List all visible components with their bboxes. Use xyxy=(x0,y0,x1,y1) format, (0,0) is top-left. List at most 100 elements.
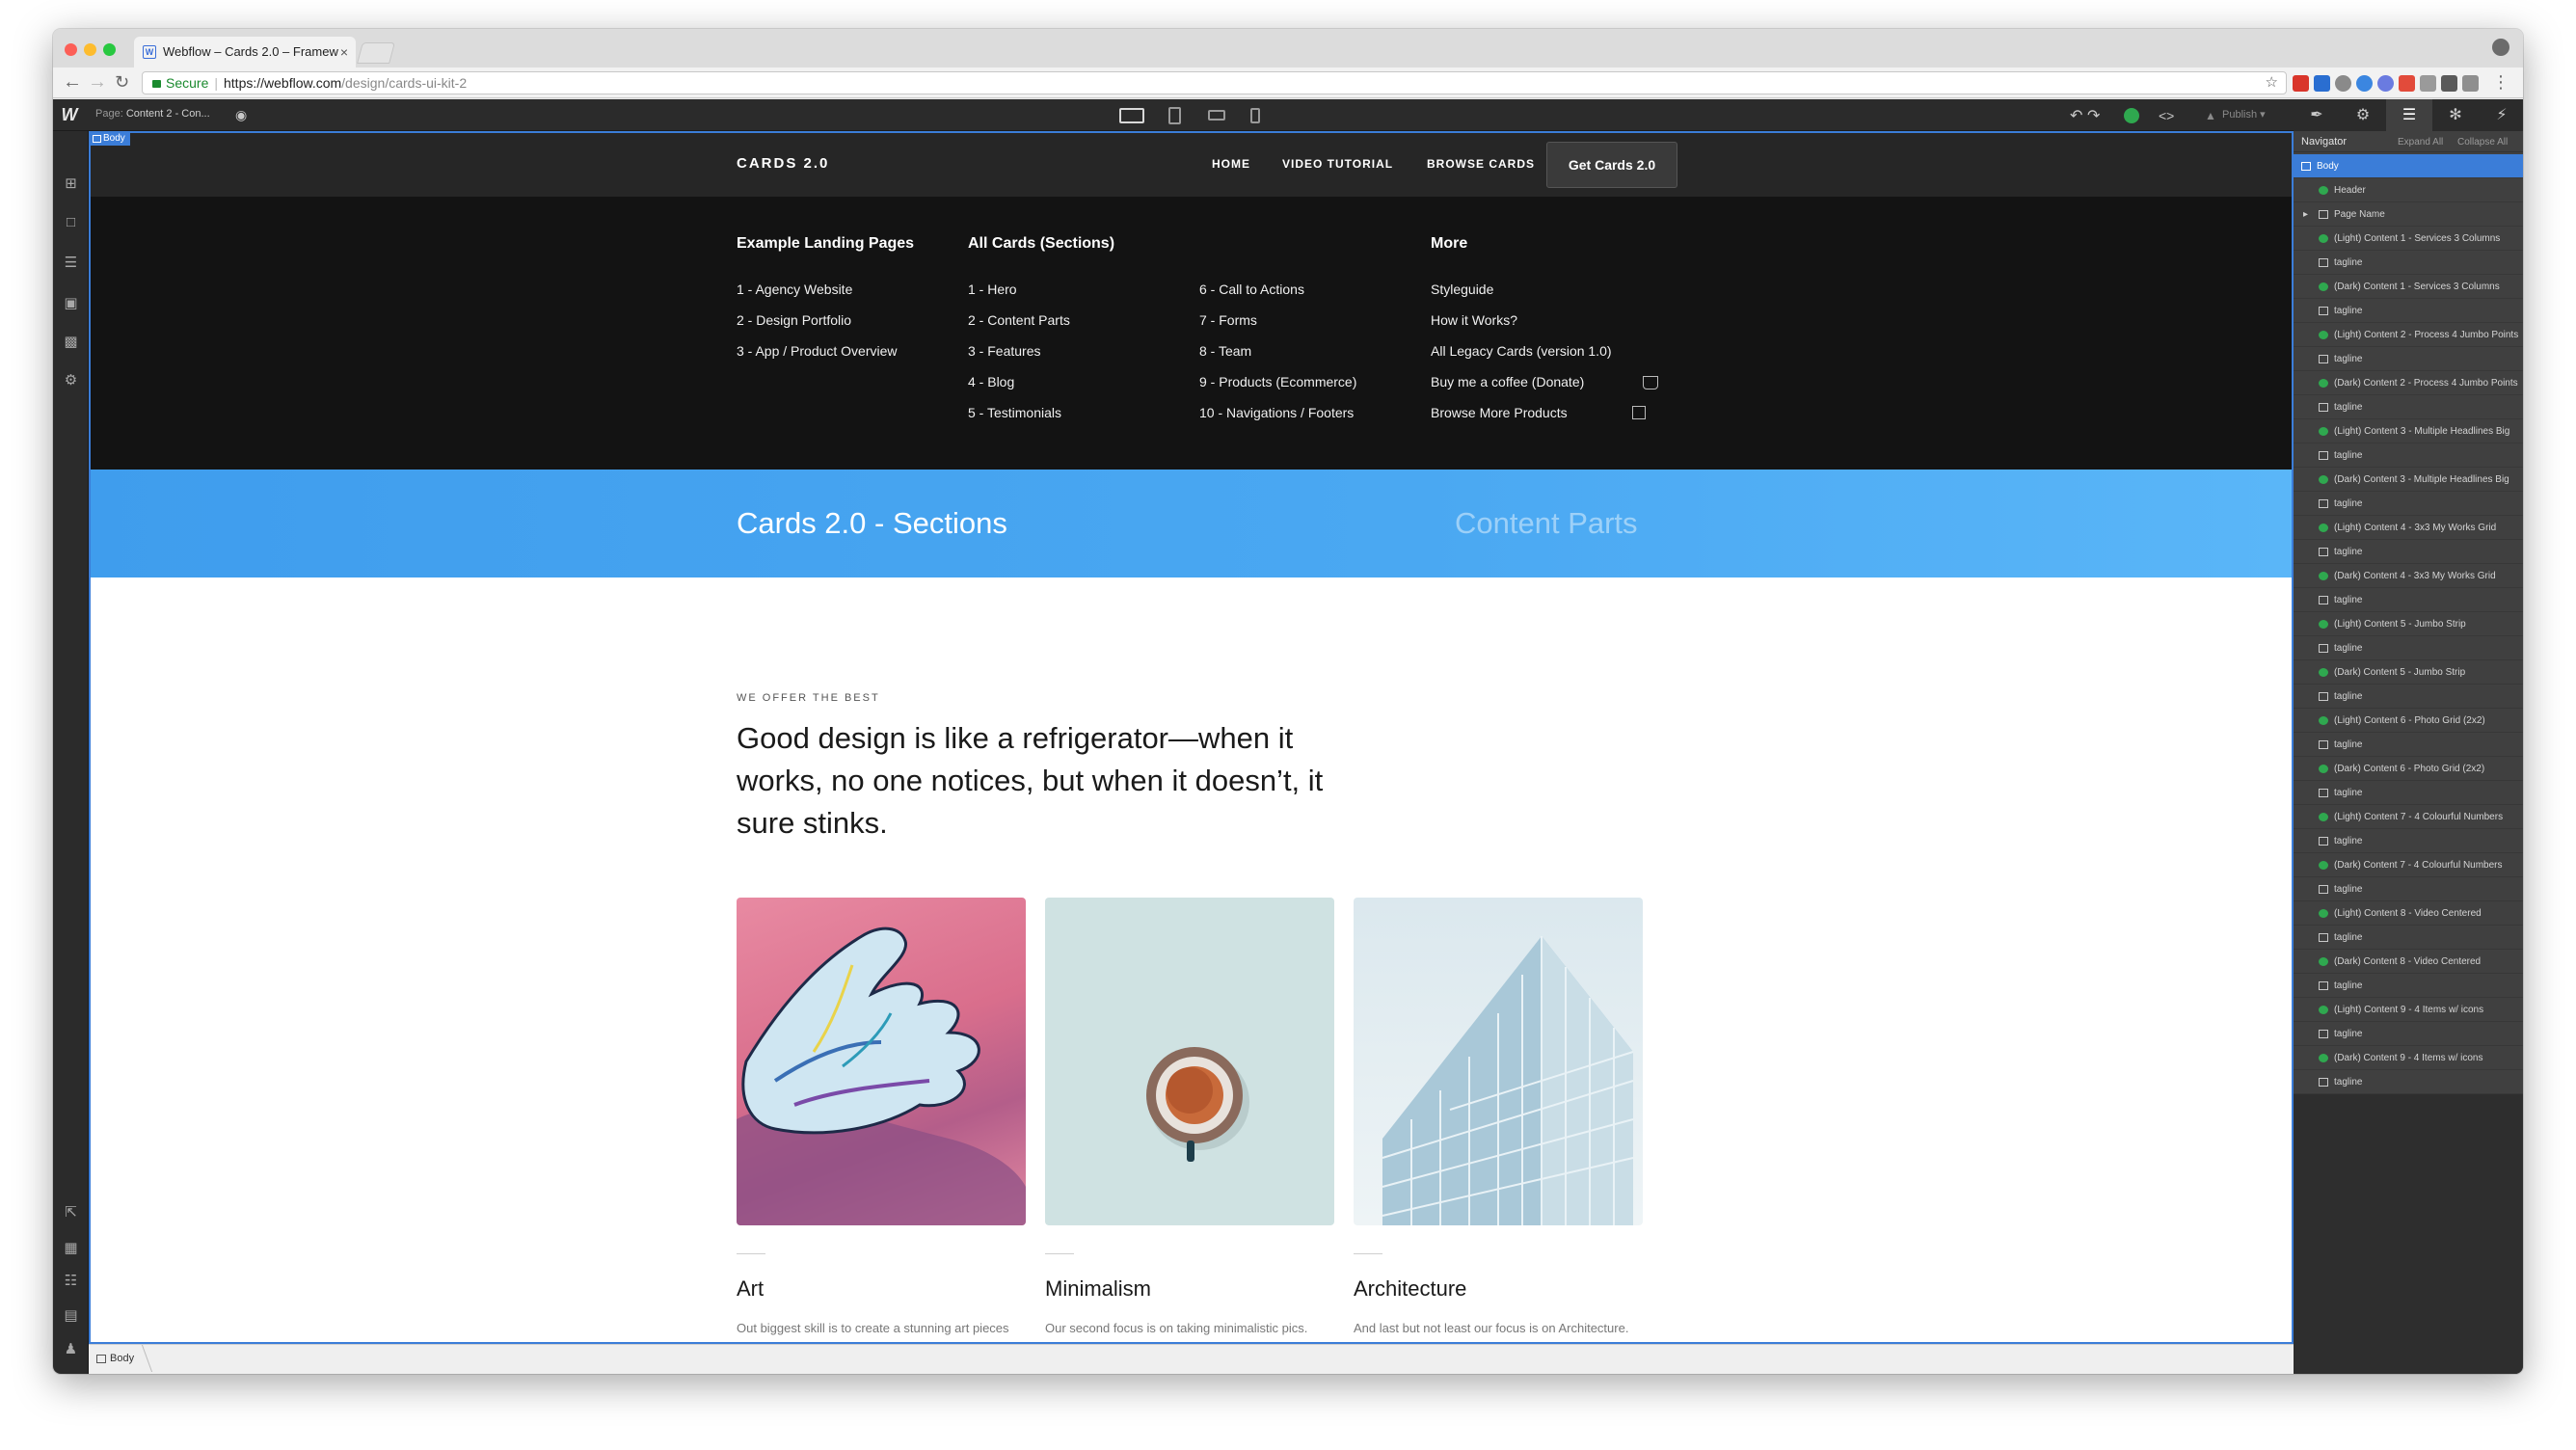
navigator-item[interactable]: tagline xyxy=(2294,492,2523,516)
navigator-item[interactable]: tagline xyxy=(2294,974,2523,998)
browser-tab[interactable]: W Webflow – Cards 2.0 – Framew × xyxy=(134,37,356,67)
assets-icon[interactable]: ▩ xyxy=(63,334,79,350)
team-icon[interactable]: ♟ xyxy=(63,1341,79,1357)
ecommerce-cart-icon[interactable]: ▣ xyxy=(63,295,79,311)
menu-icon[interactable]: ⋮ xyxy=(2492,70,2509,94)
settings-gear-icon[interactable]: ⚙ xyxy=(63,372,79,389)
mobile-portrait-view-icon[interactable] xyxy=(1250,108,1260,123)
navigator-item[interactable]: ▸ Page Name xyxy=(2294,202,2523,227)
publish-button[interactable]: Publish ▾ xyxy=(2222,108,2266,121)
cms-icon[interactable]: ☰ xyxy=(63,255,79,271)
mobile-landscape-view-icon[interactable] xyxy=(1208,110,1225,121)
extension-icon[interactable] xyxy=(2377,75,2394,92)
navigator-item[interactable]: tagline xyxy=(2294,299,2523,323)
mega-link[interactable]: How it Works? xyxy=(1431,312,1517,328)
mega-link[interactable]: 2 - Design Portfolio xyxy=(737,312,851,328)
design-canvas[interactable]: Body CARDS 2.0 HOME VIDEO TUTORIAL BROWS… xyxy=(89,131,2294,1374)
navigator-item[interactable]: tagline xyxy=(2294,395,2523,419)
pocket-icon[interactable] xyxy=(2441,75,2457,92)
navigator-icon[interactable]: ☰ xyxy=(2386,99,2432,131)
settings-gear-icon[interactable]: ⚙ xyxy=(2340,99,2386,131)
mega-link[interactable]: 2 - Content Parts xyxy=(968,312,1070,328)
navigator-item[interactable]: tagline xyxy=(2294,636,2523,660)
close-window-button[interactable] xyxy=(65,43,77,56)
address-bar[interactable]: Secure | https://webflow.com/design/cards-… xyxy=(142,71,2287,94)
expand-caret-icon[interactable]: ▸ xyxy=(2303,202,2308,226)
add-elements-icon[interactable]: ⊞ xyxy=(63,175,79,192)
preview-eye-icon[interactable]: ◉ xyxy=(235,107,247,123)
desktop-view-icon[interactable] xyxy=(1119,108,1144,123)
mega-link[interactable]: 9 - Products (Ecommerce) xyxy=(1199,374,1356,389)
forward-arrow-icon[interactable]: → xyxy=(88,70,107,94)
navigator-item[interactable]: Body xyxy=(2294,154,2523,178)
navigator-item[interactable]: (Light) Content 8 - Video Centered xyxy=(2294,901,2523,926)
mega-link[interactable]: 5 - Testimonials xyxy=(968,405,1061,420)
site-brand[interactable]: CARDS 2.0 xyxy=(737,155,829,172)
mega-link[interactable]: Styleguide xyxy=(1431,282,1493,297)
extension-icon[interactable] xyxy=(2356,75,2373,92)
facebook-icon[interactable] xyxy=(2462,75,2479,92)
nav-home-link[interactable]: HOME xyxy=(1212,157,1250,171)
navigator-item[interactable]: (Light) Content 4 - 3x3 My Works Grid xyxy=(2294,516,2523,540)
navigator-item[interactable]: (Light) Content 7 - 4 Colourful Numbers xyxy=(2294,805,2523,829)
tablet-view-icon[interactable] xyxy=(1168,107,1181,124)
navigator-item[interactable]: tagline xyxy=(2294,829,2523,853)
navigator-item[interactable]: (Dark) Content 7 - 4 Colourful Numbers xyxy=(2294,853,2523,877)
navigator-item[interactable]: (Light) Content 5 - Jumbo Strip xyxy=(2294,612,2523,636)
profile-icon[interactable] xyxy=(2492,39,2509,56)
lightning-icon[interactable]: ⚡ xyxy=(2479,99,2523,131)
navigator-item[interactable]: tagline xyxy=(2294,588,2523,612)
navigator-item[interactable]: tagline xyxy=(2294,443,2523,468)
redo-icon[interactable]: ↷ xyxy=(2087,106,2100,125)
mega-link[interactable]: 10 - Navigations / Footers xyxy=(1199,405,1354,420)
minimize-window-button[interactable] xyxy=(84,43,96,56)
navigator-item[interactable]: tagline xyxy=(2294,926,2523,950)
nav-browse-cards-link[interactable]: BROWSE CARDS xyxy=(1427,157,1535,171)
mega-link[interactable]: Buy me a coffee (Donate) xyxy=(1431,374,1584,389)
new-tab-button[interactable] xyxy=(357,42,395,64)
webflow-logo-icon[interactable]: W xyxy=(59,104,80,125)
navigator-item[interactable]: tagline xyxy=(2294,733,2523,757)
extension-icon[interactable] xyxy=(2314,75,2330,92)
extension-icon[interactable] xyxy=(2335,75,2351,92)
navigator-item[interactable]: tagline xyxy=(2294,251,2523,275)
navigator-item[interactable]: (Dark) Content 9 - 4 Items w/ icons xyxy=(2294,1046,2523,1070)
pages-icon[interactable]: □ xyxy=(63,214,79,230)
navigator-item[interactable]: tagline xyxy=(2294,347,2523,371)
mega-link[interactable]: 3 - App / Product Overview xyxy=(737,343,898,359)
navigator-item[interactable]: (Light) Content 3 - Multiple Headlines B… xyxy=(2294,419,2523,443)
extension-icon[interactable] xyxy=(2399,75,2415,92)
navigator-item[interactable]: (Light) Content 9 - 4 Items w/ icons xyxy=(2294,998,2523,1022)
collapse-all-button[interactable]: Collapse All xyxy=(2457,137,2508,148)
navigator-item[interactable]: (Light) Content 1 - Services 3 Columns xyxy=(2294,227,2523,251)
reload-icon[interactable]: ↻ xyxy=(115,70,129,94)
style-brush-icon[interactable]: ✒ xyxy=(2294,99,2340,131)
navigator-item[interactable]: (Light) Content 6 - Photo Grid (2x2) xyxy=(2294,709,2523,733)
navigator-item[interactable]: tagline xyxy=(2294,1022,2523,1046)
extension-icon[interactable] xyxy=(2293,75,2309,92)
code-export-icon[interactable]: <> xyxy=(2159,108,2174,123)
site-preview[interactable]: Body CARDS 2.0 HOME VIDEO TUTORIAL BROWS… xyxy=(89,131,2294,1344)
navigator-item[interactable]: (Dark) Content 4 - 3x3 My Works Grid xyxy=(2294,564,2523,588)
navigator-item[interactable]: Header xyxy=(2294,178,2523,202)
tab-close-icon[interactable]: × xyxy=(340,37,348,67)
mega-link[interactable]: 3 - Features xyxy=(968,343,1040,359)
navigator-item[interactable]: (Dark) Content 8 - Video Centered xyxy=(2294,950,2523,974)
audit-icon[interactable]: ▤ xyxy=(63,1307,79,1324)
mega-link[interactable]: Browse More Products xyxy=(1431,405,1568,420)
mega-link[interactable]: 7 - Forms xyxy=(1199,312,1257,328)
navigator-item[interactable]: (Light) Content 2 - Process 4 Jumbo Poin… xyxy=(2294,323,2523,347)
navigator-item[interactable]: tagline xyxy=(2294,540,2523,564)
page-selector[interactable]: Page: Content 2 - Con... xyxy=(95,108,210,120)
navigator-item[interactable]: tagline xyxy=(2294,781,2523,805)
back-arrow-icon[interactable]: ← xyxy=(63,70,82,94)
mega-link[interactable]: 4 - Blog xyxy=(968,374,1014,389)
select-tool-icon[interactable]: ⇱ xyxy=(63,1204,79,1221)
bookmark-star-icon[interactable]: ☆ xyxy=(2266,72,2278,94)
mega-link[interactable]: 6 - Call to Actions xyxy=(1199,282,1304,297)
navigator-item[interactable]: tagline xyxy=(2294,1070,2523,1094)
expand-all-button[interactable]: Expand All xyxy=(2398,137,2443,148)
navigator-item[interactable]: (Dark) Content 2 - Process 4 Jumbo Point… xyxy=(2294,371,2523,395)
navigator-item[interactable]: (Dark) Content 3 - Multiple Headlines Bi… xyxy=(2294,468,2523,492)
edit-mode-icon[interactable]: ▦ xyxy=(63,1240,79,1256)
